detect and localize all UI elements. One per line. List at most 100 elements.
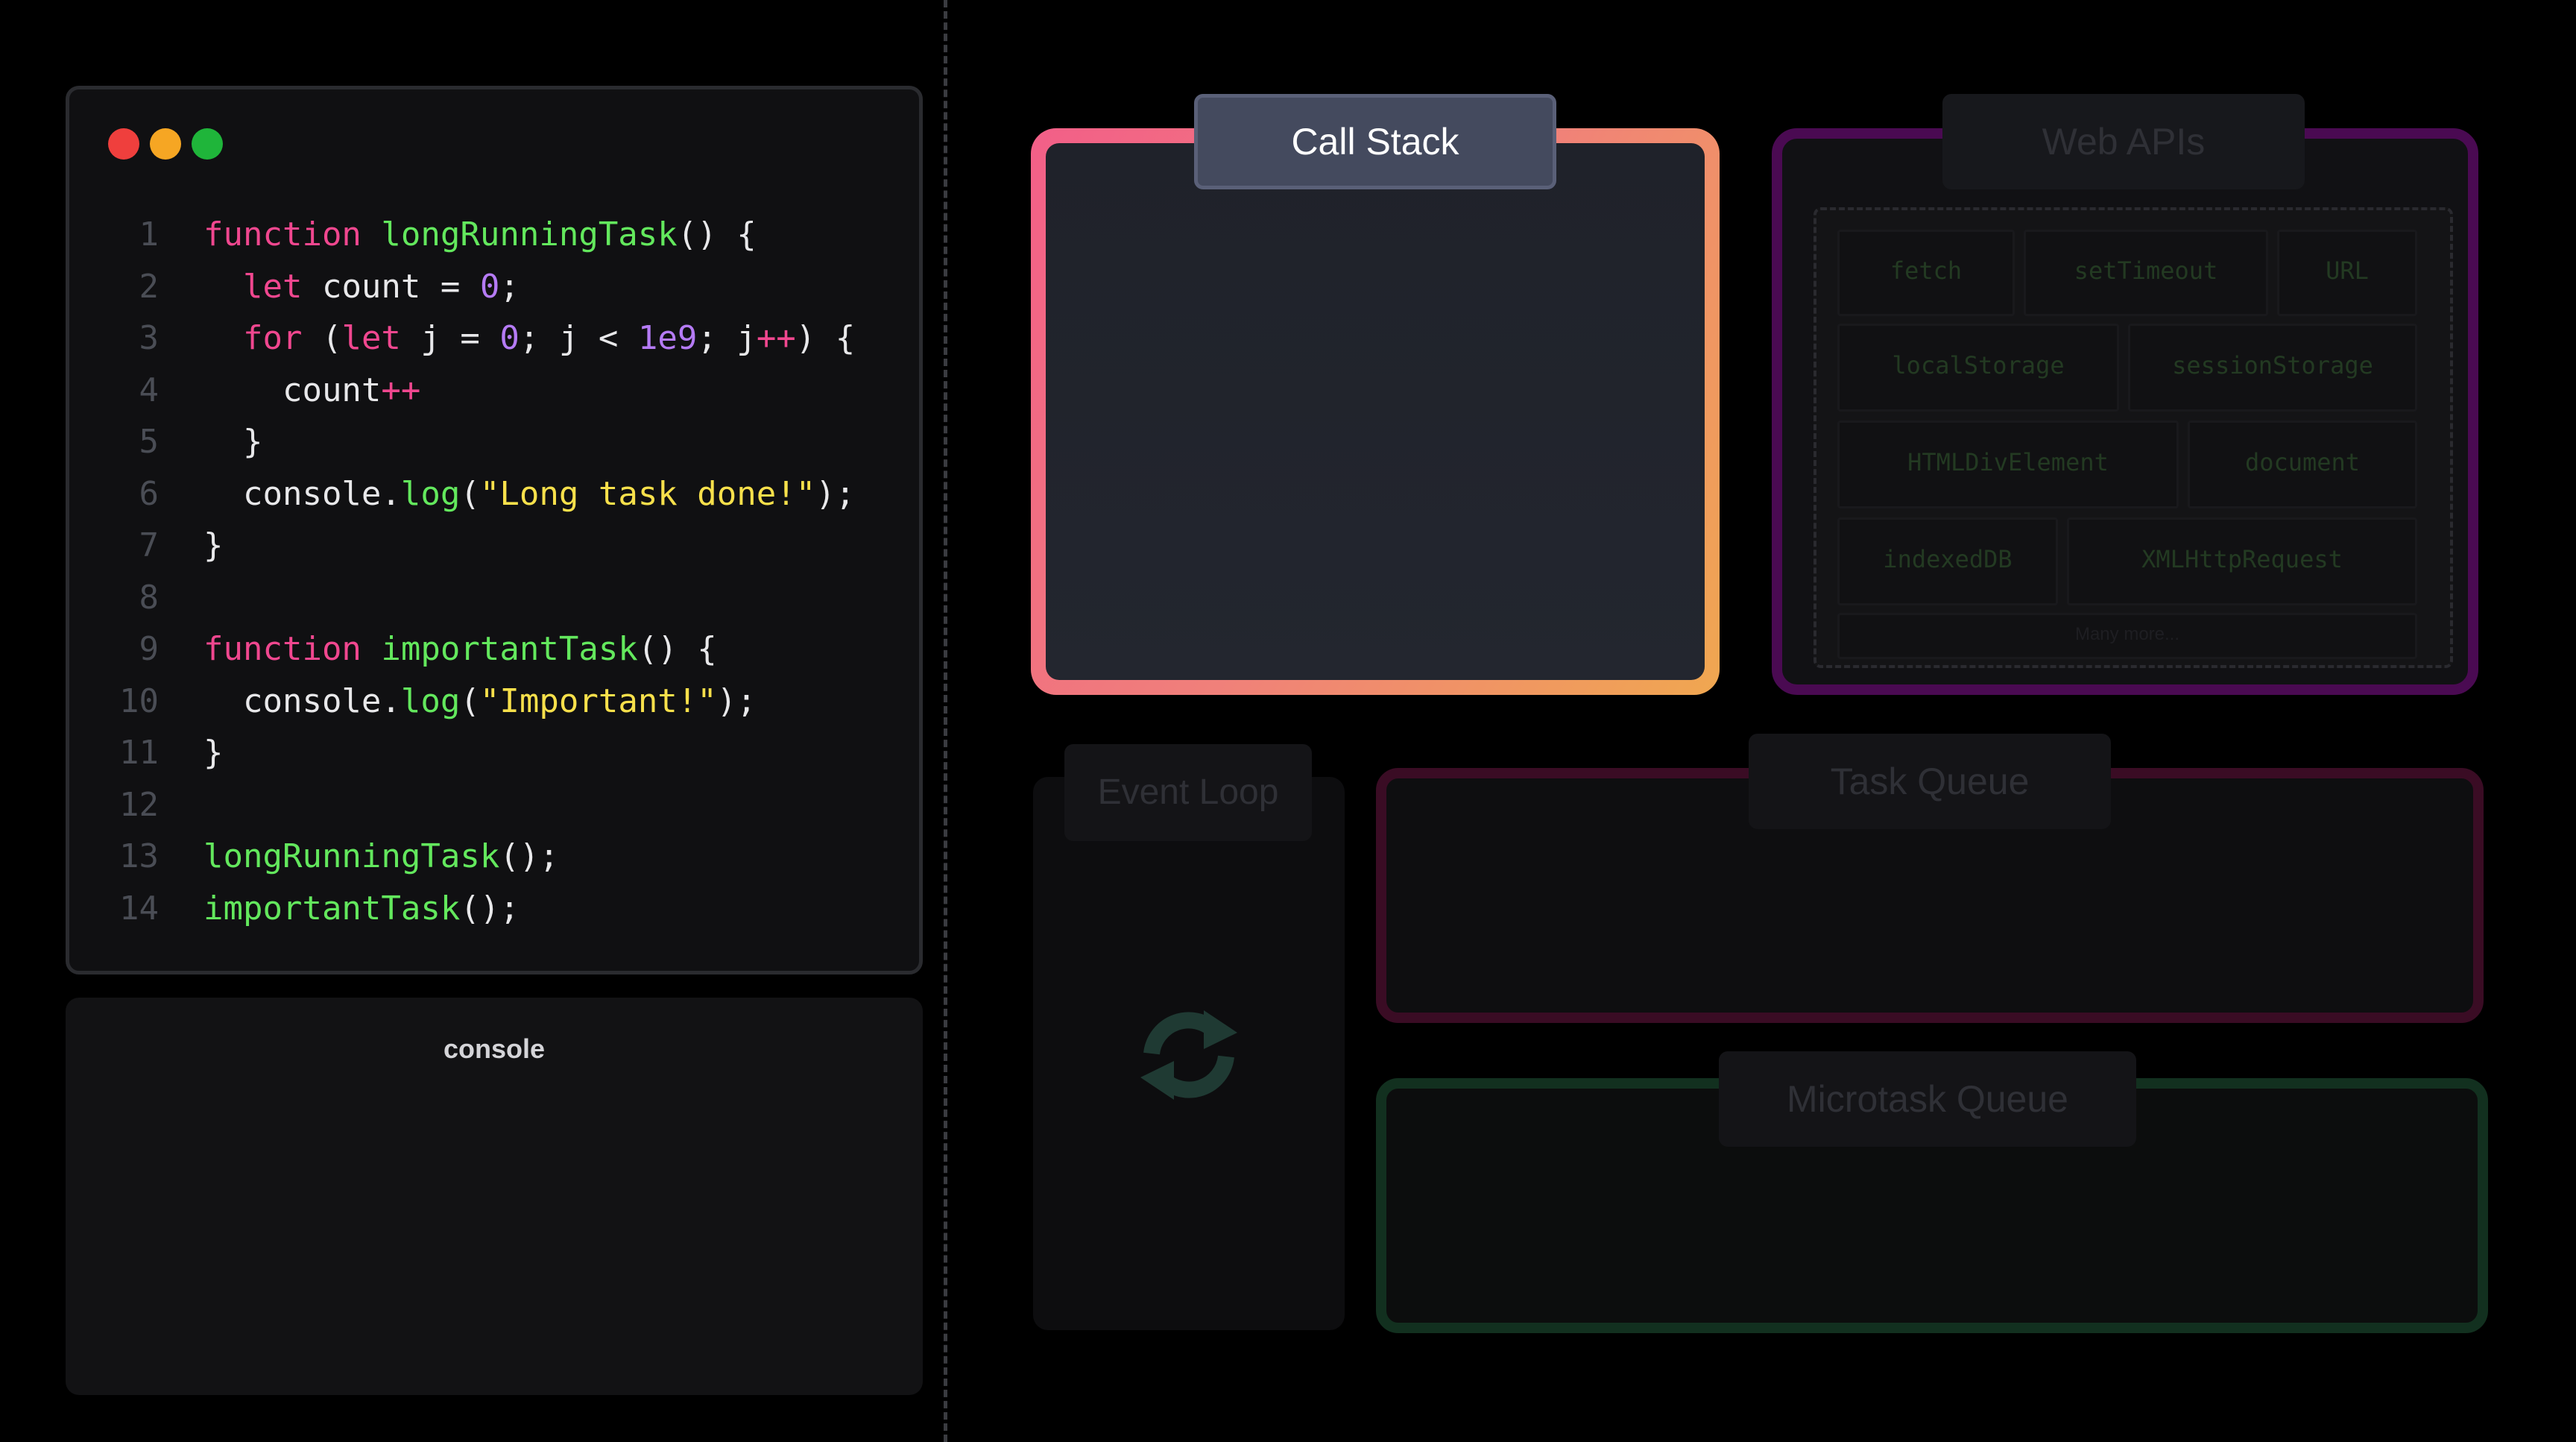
code-token: ++ bbox=[756, 319, 796, 357]
code-token: () { bbox=[677, 215, 757, 254]
code-token: () { bbox=[637, 630, 717, 668]
code-token: function bbox=[203, 630, 382, 668]
console-title: console bbox=[443, 1033, 546, 1064]
code-line: 2 let count = 0; bbox=[69, 261, 919, 312]
code-token: ; j < bbox=[519, 319, 638, 357]
code-token: ++ bbox=[381, 371, 421, 409]
code-token: 1e9 bbox=[637, 319, 698, 357]
code-editor: 1 function longRunningTask() {2 let count… bbox=[66, 86, 923, 975]
call-stack-label: Call Stack bbox=[1194, 94, 1556, 189]
code-token: longRunningTask bbox=[381, 215, 678, 254]
code-text: importantTask(); bbox=[203, 883, 520, 934]
code-line: 3 for (let j = 0; j < 1e9; j++) { bbox=[69, 312, 919, 364]
line-number: 4 bbox=[139, 371, 160, 409]
code-token: count bbox=[203, 371, 382, 409]
code-text: longRunningTask(); bbox=[203, 831, 559, 882]
task-queue-label: Task Queue bbox=[1749, 734, 2111, 829]
code-token: } bbox=[203, 423, 263, 461]
code-token: count = bbox=[321, 267, 480, 306]
line-number: 9 bbox=[139, 630, 160, 668]
code-line: 4 count++ bbox=[69, 365, 919, 416]
code-token: ; j bbox=[697, 319, 757, 357]
code-token: log bbox=[400, 681, 461, 720]
code-token: (); bbox=[460, 889, 520, 928]
code-token: "Important!" bbox=[479, 681, 717, 720]
code-token: for bbox=[242, 319, 322, 357]
code-line: 6 console.log("Long task done!"); bbox=[69, 468, 919, 520]
code-token: longRunningTask bbox=[203, 837, 500, 875]
code-token: ( bbox=[460, 474, 480, 513]
line-number: 1 bbox=[139, 215, 160, 254]
api-item: URL bbox=[2277, 230, 2417, 316]
code-text: count++ bbox=[203, 365, 420, 416]
line-number: 10 bbox=[119, 681, 159, 720]
code-line: 7} bbox=[69, 520, 919, 571]
code-token: ); bbox=[815, 474, 856, 513]
close-window-dot[interactable] bbox=[108, 128, 139, 160]
code-text: } bbox=[203, 520, 224, 571]
api-item: document bbox=[2188, 421, 2417, 509]
minimize-window-dot[interactable] bbox=[150, 128, 181, 160]
code-token: } bbox=[203, 526, 224, 564]
code-token: 0 bbox=[479, 267, 500, 306]
api-item: sessionStorage bbox=[2128, 324, 2417, 412]
code-line: 10 console.log("Important!"); bbox=[69, 676, 919, 727]
code-token: 0 bbox=[499, 319, 520, 357]
code-token: ); bbox=[716, 681, 757, 720]
code-token: importantTask bbox=[203, 889, 461, 928]
code-token: log bbox=[400, 474, 461, 513]
call-stack-content bbox=[1046, 143, 1705, 680]
api-item: HTMLDivElement bbox=[1837, 421, 2179, 509]
code-token: console. bbox=[203, 474, 401, 513]
code-text: } bbox=[203, 416, 263, 467]
code-token: let bbox=[242, 267, 322, 306]
web-apis-panel: fetch setTimeout URL localStorage sessio… bbox=[1772, 128, 2478, 695]
code-token: } bbox=[203, 734, 224, 772]
code-line: 11} bbox=[69, 727, 919, 778]
line-number: 14 bbox=[119, 889, 159, 928]
code-token: (); bbox=[499, 837, 559, 875]
maximize-window-dot[interactable] bbox=[192, 128, 223, 160]
panel-divider bbox=[944, 0, 947, 1442]
code-token: let bbox=[341, 319, 421, 357]
line-number: 11 bbox=[119, 734, 159, 772]
event-loop-label: Event Loop bbox=[1064, 744, 1312, 841]
code-token: ) { bbox=[795, 319, 856, 357]
code-line: 8 bbox=[69, 572, 919, 623]
code-text: function longRunningTask() { bbox=[203, 209, 757, 260]
code-text: } bbox=[203, 727, 224, 778]
code-line: 14 importantTask(); bbox=[69, 883, 919, 934]
web-apis-list: fetch setTimeout URL localStorage sessio… bbox=[1813, 207, 2453, 668]
line-number: 6 bbox=[139, 474, 160, 513]
code-text: for (let j = 0; j < 1e9; j++) { bbox=[203, 312, 855, 364]
code-line: 1 function longRunningTask() { bbox=[69, 209, 919, 260]
line-number: 13 bbox=[119, 837, 159, 875]
code-text: console.log("Long task done!"); bbox=[203, 468, 855, 520]
code-token: j = bbox=[420, 319, 500, 357]
code-token: ( bbox=[321, 319, 342, 357]
web-apis-label: Web APIs bbox=[1942, 94, 2305, 189]
api-item: setTimeout bbox=[2024, 230, 2268, 316]
api-more: Many more... bbox=[1837, 613, 2417, 659]
code-token: console. bbox=[203, 681, 401, 720]
line-number: 3 bbox=[139, 319, 160, 357]
api-item: fetch bbox=[1837, 230, 2015, 316]
refresh-loop-icon bbox=[1126, 1003, 1252, 1107]
microtask-queue-label: Microtask Queue bbox=[1719, 1051, 2136, 1147]
code-line: 13 longRunningTask(); bbox=[69, 831, 919, 882]
code-token: importantTask bbox=[381, 630, 638, 668]
code-token: ; bbox=[499, 267, 520, 306]
code-text: function importantTask() { bbox=[203, 623, 717, 675]
code-line: 9 function importantTask() { bbox=[69, 623, 919, 675]
line-number: 12 bbox=[119, 785, 159, 824]
line-number: 2 bbox=[139, 267, 160, 306]
line-number: 7 bbox=[139, 526, 160, 564]
line-number: 8 bbox=[139, 578, 160, 617]
code-token: "Long task done!" bbox=[479, 474, 816, 513]
code-line: 12 bbox=[69, 779, 919, 831]
line-number: 5 bbox=[139, 423, 160, 461]
code-token: ( bbox=[460, 681, 480, 720]
api-item: indexedDB bbox=[1837, 517, 2058, 605]
